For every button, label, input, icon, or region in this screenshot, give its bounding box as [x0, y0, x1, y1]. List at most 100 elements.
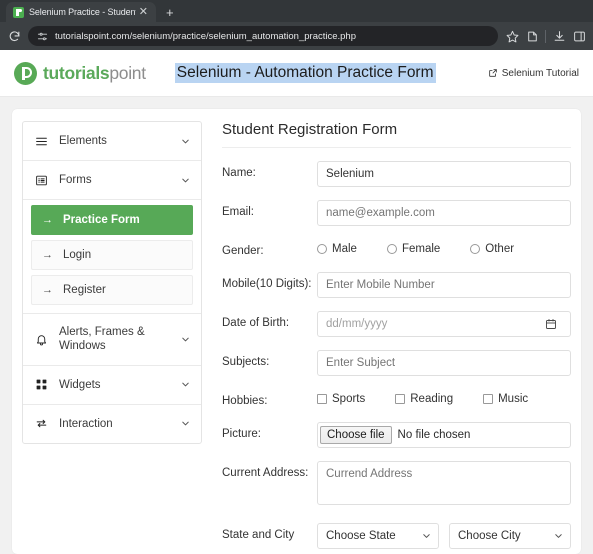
field-row-email: Email:	[222, 200, 571, 226]
mobile-input[interactable]	[317, 271, 571, 298]
sidebar-label-elements: Elements	[59, 134, 107, 147]
label-state-city: State and City	[222, 528, 295, 541]
sidebar-item-login[interactable]: → Login	[31, 240, 193, 270]
radio-icon[interactable]	[317, 244, 327, 254]
label-picture: Picture:	[222, 427, 261, 440]
file-status-text: No file chosen	[397, 428, 471, 441]
star-icon[interactable]	[502, 26, 522, 46]
gender-option-other[interactable]: Other	[470, 243, 514, 255]
download-icon[interactable]	[549, 26, 569, 46]
hobby-label-reading: Reading	[410, 392, 454, 405]
label-email: Email:	[222, 206, 254, 218]
choose-file-button[interactable]: Choose file	[320, 425, 392, 444]
label-address: Current Address:	[222, 466, 309, 479]
chevron-down-icon	[180, 379, 191, 390]
hamburger-icon	[33, 133, 49, 149]
hobby-option-sports[interactable]: Sports	[317, 393, 365, 405]
forms-submenu: → Practice Form → Login → Register	[23, 205, 201, 313]
email-input[interactable]	[317, 200, 571, 226]
extensions-icon[interactable]	[522, 26, 542, 46]
state-select[interactable]: Choose State	[317, 522, 439, 549]
sidebar-item-elements[interactable]: Elements	[23, 122, 201, 161]
chevron-down-icon	[180, 418, 191, 429]
checkbox-icon[interactable]	[483, 393, 494, 404]
sidebar-item-register[interactable]: → Register	[31, 275, 193, 305]
checkbox-icon[interactable]	[395, 393, 406, 404]
gender-label-other: Other	[485, 243, 515, 255]
city-select[interactable]: Choose City	[449, 522, 571, 549]
sidebar-label-widgets: Widgets	[59, 378, 101, 391]
logo-mark-icon	[14, 61, 37, 85]
city-select-wrap: Choose City	[449, 522, 571, 549]
sidebar-item-widgets[interactable]: Widgets	[23, 366, 201, 405]
url-text: tutorialspoint.com/selenium/practice/sel…	[55, 30, 356, 42]
radio-icon[interactable]	[386, 244, 397, 254]
label-hobbies: Hobbies:	[222, 394, 268, 407]
swap-arrows-icon	[33, 416, 49, 432]
label-mobile: Mobile(10 Digits):	[222, 277, 312, 290]
logo-text: tutorialspoint	[43, 63, 146, 84]
page-body: Elements Forms → Practice Form → Login →…	[0, 97, 593, 554]
sidebar-label-forms: Forms	[59, 173, 92, 186]
hobby-option-music[interactable]: Music	[483, 393, 528, 405]
reload-icon[interactable]	[4, 26, 24, 46]
gender-option-female[interactable]: Female	[386, 243, 441, 255]
sidebar-label-login: Login	[63, 249, 92, 261]
tutorialspoint-logo[interactable]: tutorialspoint	[14, 61, 146, 85]
list-box-icon	[33, 172, 49, 188]
browser-tab[interactable]: Selenium Practice - Student ✕	[6, 2, 156, 22]
checkbox-icon[interactable]	[317, 393, 327, 404]
external-link-icon	[488, 68, 498, 78]
field-row-picture: Picture: Choose file No file chosen	[222, 421, 571, 448]
arrow-right-icon: →	[42, 284, 53, 296]
selenium-tutorial-link[interactable]: Selenium Tutorial	[488, 68, 579, 79]
gender-label-male: Male	[332, 243, 357, 255]
subjects-input[interactable]	[317, 349, 571, 376]
sidebar-item-forms[interactable]: Forms	[23, 161, 201, 200]
sidebar: Elements Forms → Practice Form → Login →…	[22, 121, 202, 444]
arrow-right-icon: →	[42, 214, 53, 226]
sidebar-label-interaction: Interaction	[59, 417, 113, 430]
gender-label-female: Female	[401, 243, 441, 255]
content-card: Elements Forms → Practice Form → Login →…	[12, 109, 581, 554]
hobby-label-sports: Sports	[332, 392, 366, 405]
widgets-grid-icon	[33, 377, 49, 393]
tab-title: Selenium Practice - Student	[29, 7, 136, 17]
chevron-down-icon	[180, 175, 191, 186]
label-name: Name:	[222, 167, 256, 179]
sidebar-label-alerts: Alerts, Frames & Windows	[59, 326, 145, 353]
address-bar[interactable]: tutorialspoint.com/selenium/practice/sel…	[28, 26, 498, 46]
sidebar-item-interaction[interactable]: Interaction	[23, 405, 201, 443]
field-row-name: Name:	[222, 161, 571, 187]
hobby-label-music: Music	[498, 392, 529, 405]
chevron-down-icon	[180, 136, 191, 147]
tab-strip: Selenium Practice - Student ✕ +	[0, 0, 593, 22]
field-row-dob: Date of Birth:	[222, 310, 571, 337]
dob-input[interactable]	[317, 310, 571, 337]
label-subjects: Subjects:	[222, 355, 270, 368]
sidebar-item-practice-form[interactable]: → Practice Form	[31, 205, 193, 235]
radio-icon[interactable]	[470, 244, 481, 254]
browser-toolbar: tutorialspoint.com/selenium/practice/sel…	[0, 22, 593, 50]
gender-option-male[interactable]: Male	[317, 243, 357, 255]
new-tab-button[interactable]: +	[166, 6, 174, 22]
tune-icon[interactable]	[37, 31, 48, 42]
page-viewport: tutorialspoint Selenium - Automation Pra…	[0, 50, 593, 554]
page-title: Selenium - Automation Practice Form	[174, 63, 436, 83]
name-input[interactable]	[317, 161, 571, 187]
label-gender: Gender:	[222, 245, 264, 257]
side-panel-icon[interactable]	[569, 26, 589, 46]
hobby-option-reading[interactable]: Reading	[395, 393, 453, 405]
toolbar-divider	[545, 29, 546, 43]
browser-window: Selenium Practice - Student ✕ + tutorial…	[0, 0, 593, 554]
close-icon[interactable]: ✕	[136, 6, 151, 18]
form-title: Student Registration Form	[222, 121, 571, 148]
picture-file-input[interactable]: Choose file No file chosen	[317, 421, 571, 448]
site-header: tutorialspoint Selenium - Automation Pra…	[0, 50, 593, 97]
sidebar-item-alerts-frames-windows[interactable]: Alerts, Frames & Windows	[23, 314, 201, 366]
field-row-mobile: Mobile(10 Digits):	[222, 271, 571, 298]
arrow-right-icon: →	[42, 249, 53, 261]
logo-text-secondary: point	[109, 62, 146, 83]
address-textarea[interactable]	[317, 460, 571, 505]
field-row-hobbies: Hobbies: Sports Reading Music	[222, 389, 571, 409]
